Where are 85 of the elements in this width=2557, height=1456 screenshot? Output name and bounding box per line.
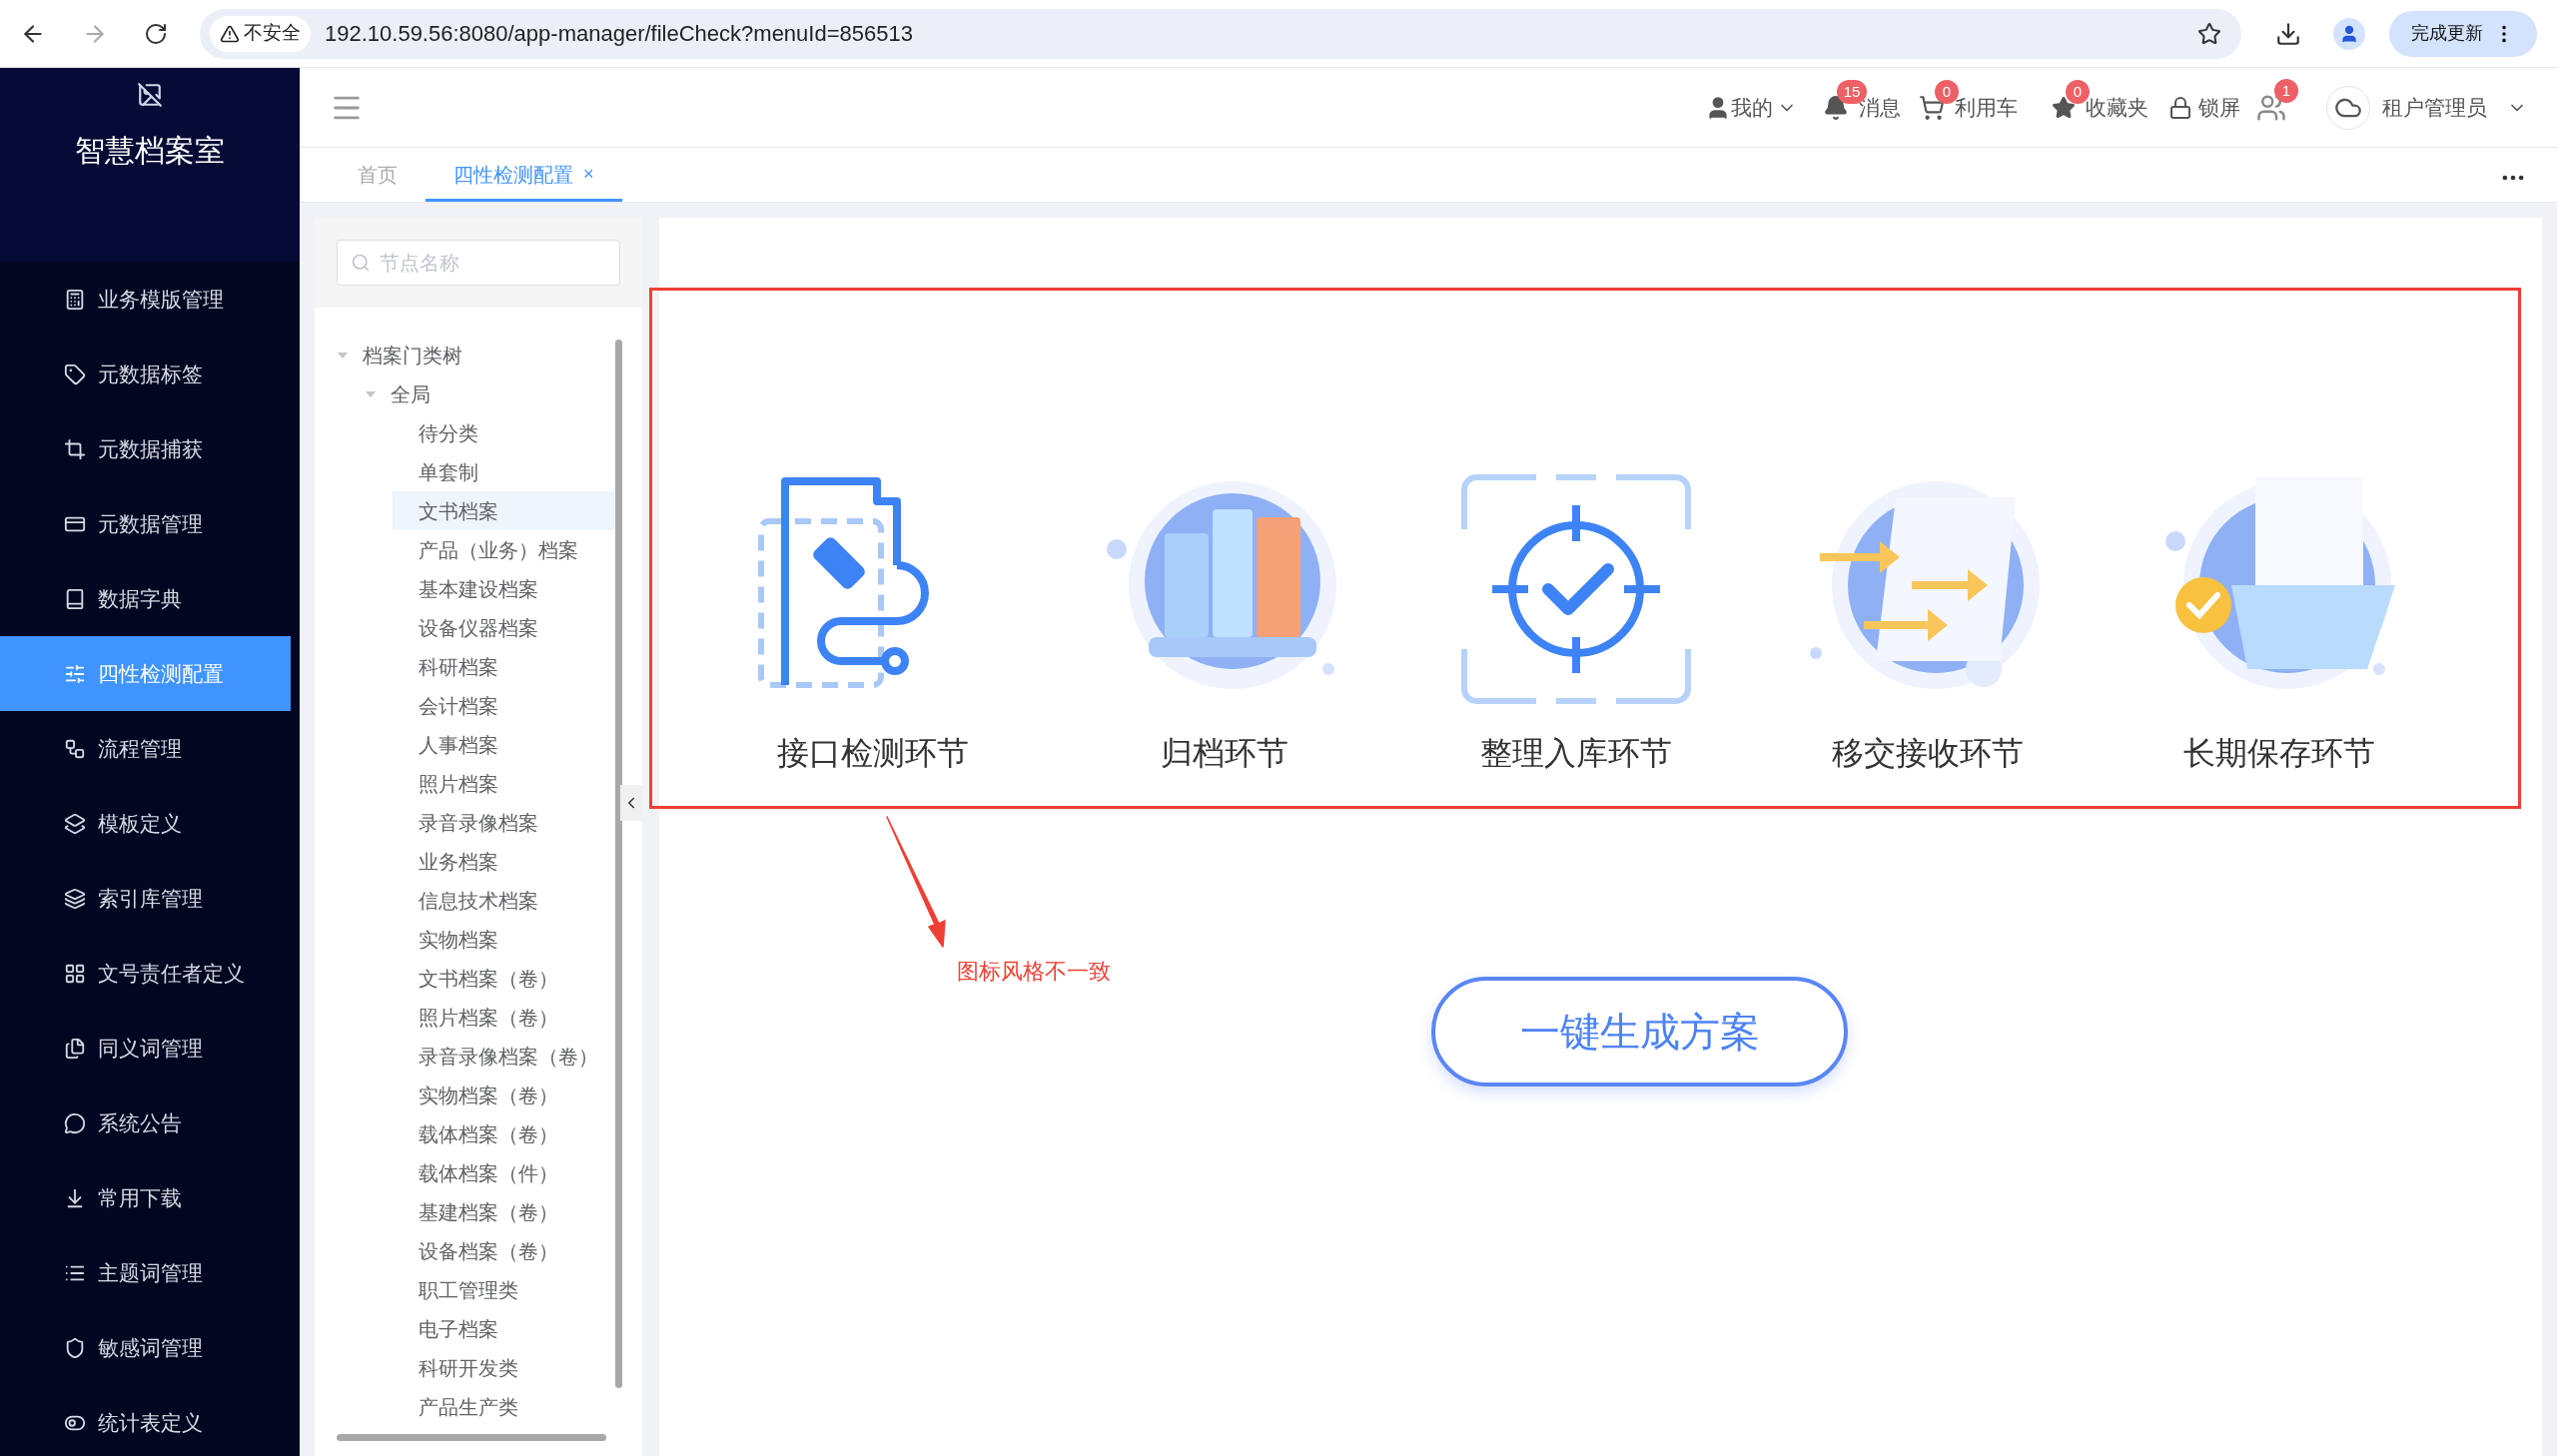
tree-node[interactable]: 基建档案（卷）: [393, 1192, 614, 1231]
tree-node[interactable]: 待分类: [393, 413, 614, 452]
tag-icon: [64, 363, 86, 385]
bookmark-star-icon[interactable]: [2197, 21, 2221, 46]
sidebar-item[interactable]: 模板定义: [0, 786, 291, 861]
sidebar-item[interactable]: 主题词管理: [0, 1235, 291, 1310]
stage-label: 移交接收环节: [1831, 734, 2024, 773]
download-icon[interactable]: [2275, 20, 2301, 47]
tree-node[interactable]: 照片档案: [393, 764, 614, 803]
sidebar-item[interactable]: 业务模版管理: [0, 262, 291, 337]
tree-node[interactable]: 实物档案（卷）: [393, 1076, 614, 1114]
generate-plan-button[interactable]: 一键生成方案: [1431, 977, 1848, 1087]
annotation-note: 图标风格不一致: [957, 958, 1111, 986]
tree-node[interactable]: 业务档案: [393, 842, 614, 881]
lock-screen-link[interactable]: 锁屏: [2198, 91, 2240, 124]
profile-icon[interactable]: [2333, 17, 2365, 50]
mine-menu[interactable]: 我的: [1731, 91, 1773, 124]
sliders-icon: [64, 662, 86, 685]
sidebar-item[interactable]: 流程管理: [0, 711, 291, 786]
tree-node[interactable]: 基本建设档案: [393, 569, 614, 608]
sidebar-item[interactable]: 文号责任者定义: [0, 936, 291, 1011]
count-badge: 1: [2274, 78, 2298, 103]
horizontal-scrollbar[interactable]: [337, 1434, 606, 1441]
sidebar-item[interactable]: 同义词管理: [0, 1011, 291, 1086]
grid-icon: [64, 962, 86, 985]
files-icon: [64, 1037, 86, 1060]
sidebar-item[interactable]: 元数据管理: [0, 486, 291, 561]
search-field[interactable]: 节点名称: [337, 240, 620, 286]
app-title: 智慧档案室: [75, 133, 225, 169]
account-menu[interactable]: 租户管理员: [2382, 91, 2487, 124]
tree-node[interactable]: 科研档案: [393, 647, 614, 686]
warning-icon: [220, 23, 240, 44]
tree-node[interactable]: 产品生产类: [393, 1387, 614, 1426]
layers-icon: [64, 887, 86, 910]
tree-node[interactable]: 载体档案（卷）: [393, 1114, 614, 1153]
tree-node[interactable]: 电子档案: [393, 1309, 614, 1348]
search-icon: [351, 253, 371, 273]
tree-node[interactable]: 录音录像档案（卷）: [393, 1037, 614, 1076]
crop-icon: [64, 437, 86, 460]
tree-node[interactable]: 人事档案: [393, 725, 614, 764]
reload-icon[interactable]: [144, 21, 168, 46]
tree-node[interactable]: 文书档案: [393, 491, 614, 530]
address-bar[interactable]: 不安全 192.10.59.56:8080/app-manager/fileCheck?menuId=856513: [200, 8, 2241, 59]
sidebar-item[interactable]: 元数据捕获: [0, 411, 291, 486]
tree-node[interactable]: 档案门类树: [337, 336, 614, 374]
tree-node[interactable]: 会计档案: [393, 686, 614, 725]
tree-node[interactable]: 单套制: [393, 452, 614, 491]
tree-node[interactable]: 全局: [365, 374, 614, 413]
url-text: 192.10.59.56:8080/app-manager/fileCheck?menuId=856513: [325, 20, 913, 48]
cart-icon[interactable]: [1919, 94, 1945, 121]
stage-label: 归档环节: [1160, 734, 1288, 773]
star-icon[interactable]: [2052, 95, 2076, 120]
stack-icon: [64, 812, 86, 835]
broken-image-icon: [137, 82, 163, 108]
stage-label: 接口检测环节: [776, 734, 969, 773]
flow-icon: [64, 737, 86, 760]
stage-label: 长期保存环节: [2182, 734, 2375, 773]
sidebar-item[interactable]: 系统公告: [0, 1086, 291, 1160]
sidebar-item[interactable]: 敏感词管理: [0, 1310, 291, 1385]
sidebar-item[interactable]: 索引库管理: [0, 861, 291, 936]
tree-node[interactable]: 载体档案（件）: [393, 1153, 614, 1192]
tree-node[interactable]: 设备仪器档案: [393, 608, 614, 647]
book-icon: [64, 587, 86, 610]
sidebar-item[interactable]: 统计表定义: [0, 1385, 291, 1456]
tree-node[interactable]: 录音录像档案: [393, 803, 614, 842]
tree-node[interactable]: 信息技术档案: [393, 881, 614, 920]
tree-node[interactable]: 文书档案（卷）: [393, 959, 614, 998]
tree-node[interactable]: 产品（业务）档案: [393, 530, 614, 569]
sidebar-item[interactable]: 数据字典: [0, 561, 291, 636]
chat-icon: [64, 1111, 86, 1134]
tree-node[interactable]: 职工管理类: [393, 1270, 614, 1309]
sidebar-item[interactable]: 常用下载: [0, 1160, 291, 1235]
stage-label: 整理入库环节: [1479, 734, 1672, 773]
tree-node[interactable]: 照片档案（卷）: [393, 998, 614, 1037]
shield-icon: [64, 1336, 86, 1359]
update-button[interactable]: 完成更新: [2389, 10, 2537, 57]
collapse-button[interactable]: [620, 785, 642, 821]
calculator-icon: [64, 288, 86, 311]
security-chip[interactable]: 不安全: [210, 15, 311, 52]
tree-node[interactable]: 实物档案: [393, 920, 614, 959]
tree-node[interactable]: 科研开发类: [393, 1348, 614, 1387]
tree-node[interactable]: 设备档案（卷）: [393, 1231, 614, 1270]
sidebar-item[interactable]: 元数据标签: [0, 337, 291, 411]
lock-icon[interactable]: [2168, 95, 2192, 120]
vertical-scrollbar[interactable]: [615, 340, 622, 1388]
